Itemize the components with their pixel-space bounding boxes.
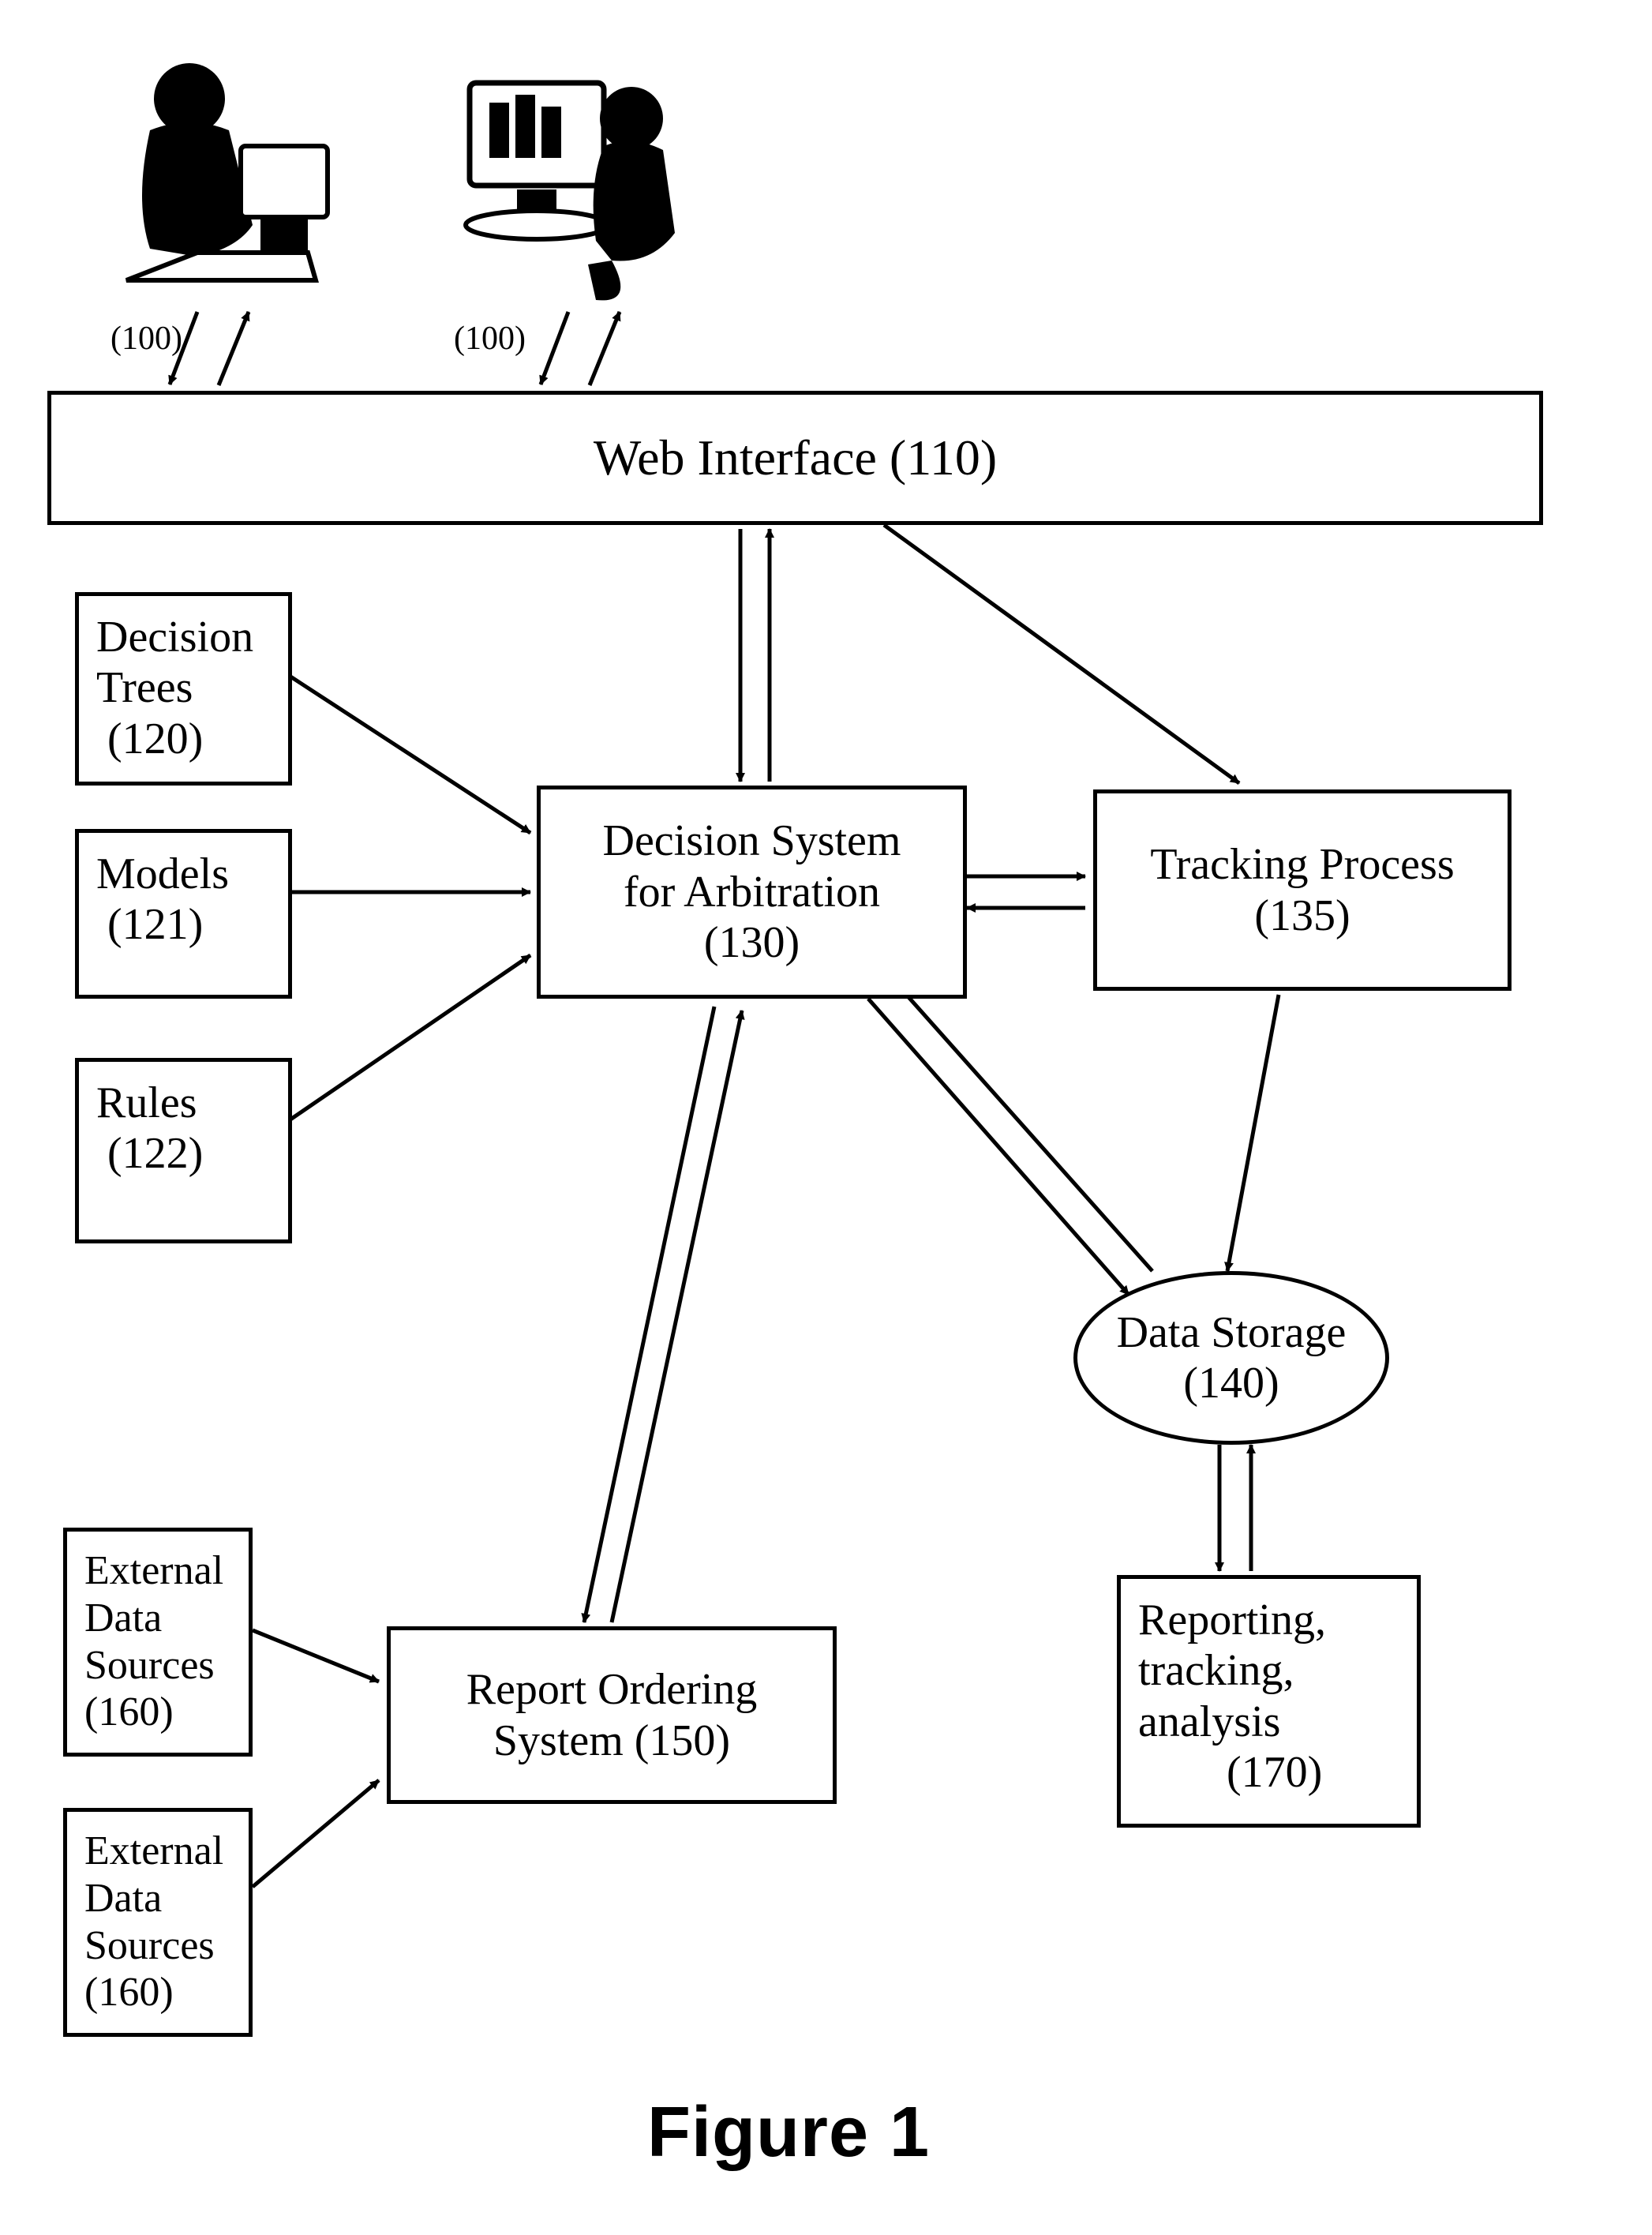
- web-interface-title: Web Interface (110): [594, 429, 997, 487]
- rules-box: Rules (122): [75, 1058, 292, 1243]
- external-source-b-box: External Data Sources (160): [63, 1808, 253, 2037]
- external-source-a-label: External Data Sources (160): [84, 1547, 223, 1736]
- user-right-label: (100): [454, 320, 526, 358]
- tracking-process-title: Tracking Process (135): [1150, 839, 1454, 941]
- decision-trees-box: Decision Trees (120): [75, 592, 292, 786]
- user-left-label: (100): [111, 320, 182, 358]
- user-left-icon: [103, 43, 339, 304]
- models-box: Models (121): [75, 829, 292, 999]
- figure-title: Figure 1: [647, 2092, 930, 2173]
- decision-system-box: Decision System for Arbitration (130): [537, 786, 967, 999]
- report-ordering-title: Report Ordering System (150): [466, 1664, 758, 1766]
- external-source-b-label: External Data Sources (160): [84, 1828, 223, 2016]
- models-label: Models (121): [96, 849, 229, 951]
- figure-1-diagram: (100) (100) Web Interface (110) Decision…: [0, 0, 1652, 2235]
- tracking-process-box: Tracking Process (135): [1093, 789, 1512, 991]
- user-right-icon: [446, 43, 706, 304]
- external-source-a-box: External Data Sources (160): [63, 1528, 253, 1757]
- decision-system-title: Decision System for Arbitration (130): [603, 816, 901, 968]
- data-storage-title: Data Storage (140): [1117, 1307, 1347, 1409]
- report-ordering-box: Report Ordering System (150): [387, 1626, 837, 1804]
- decision-trees-label: Decision Trees (120): [96, 612, 253, 764]
- rules-label: Rules (122): [96, 1078, 203, 1179]
- data-storage-ellipse: Data Storage (140): [1073, 1271, 1389, 1445]
- reporting-box: Reporting, tracking, analysis (170): [1117, 1575, 1421, 1828]
- web-interface-box: Web Interface (110): [47, 391, 1543, 525]
- reporting-title: Reporting, tracking, analysis (170): [1138, 1595, 1326, 1798]
